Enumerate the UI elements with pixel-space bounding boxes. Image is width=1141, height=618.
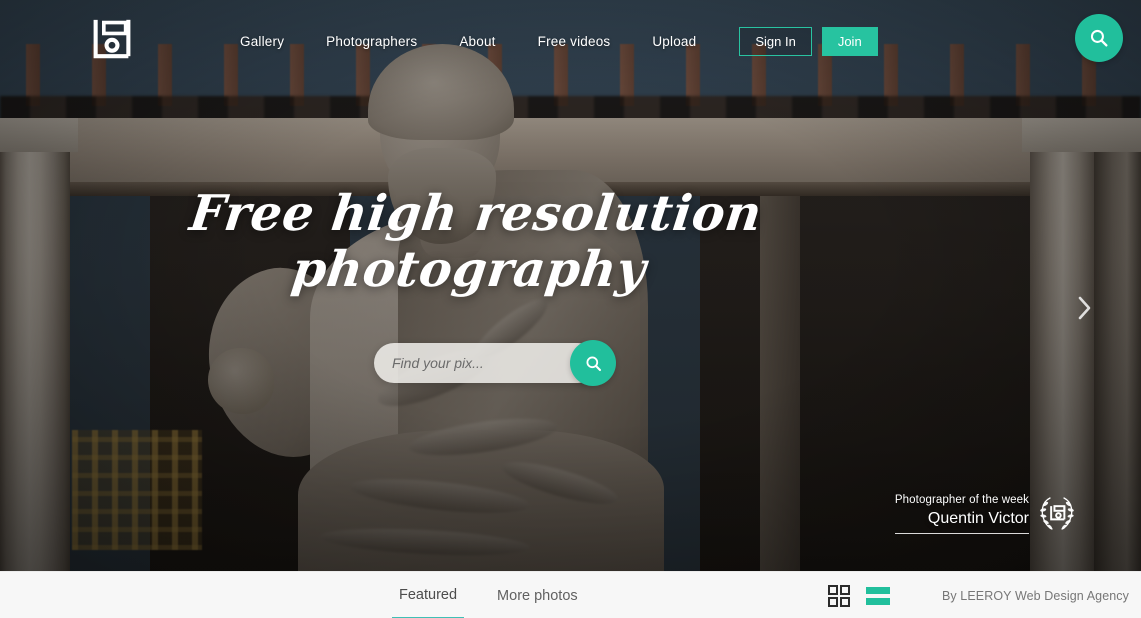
photographer-of-the-week-label: Photographer of the week xyxy=(894,493,1029,506)
hero-banner: Free high resolution photography Photogr… xyxy=(0,0,1141,571)
tab-featured[interactable]: Featured xyxy=(392,572,465,618)
photographer-of-the-week[interactable]: Photographer of the week Quentin Victor xyxy=(894,492,1078,534)
camera-floppy-logo-icon xyxy=(1050,505,1066,521)
top-navigation-bar: Gallery Photographers About Free videos … xyxy=(0,0,1141,76)
sign-in-button[interactable]: Sign In xyxy=(739,27,812,56)
search-icon xyxy=(1090,29,1108,47)
nav-link-about[interactable]: About xyxy=(438,34,516,49)
nav-link-free-videos[interactable]: Free videos xyxy=(517,34,632,49)
nav-link-gallery[interactable]: Gallery xyxy=(240,34,305,49)
header-search-button[interactable] xyxy=(1075,14,1123,62)
hero-headline-line-1: Free high resolution xyxy=(186,184,766,242)
carousel-next-button[interactable] xyxy=(1067,288,1103,328)
search-icon xyxy=(585,355,601,371)
grid-view-button[interactable] xyxy=(828,584,850,607)
search-submit-button[interactable] xyxy=(570,340,616,386)
tab-more-photos[interactable]: More photos xyxy=(490,572,585,618)
photographer-of-the-week-name: Quentin Victor xyxy=(894,508,1029,534)
nav-links: Gallery Photographers About Free videos … xyxy=(240,27,878,56)
bottom-bar: Featured More photos By LEEROY Web Desig… xyxy=(0,571,1141,618)
chevron-right-icon xyxy=(1078,296,1091,320)
hero-headline-line-2: photography xyxy=(288,240,650,298)
agency-credit: By LEEROY Web Design Agency xyxy=(941,588,1129,603)
list-view-icon xyxy=(866,586,890,605)
content-tabs: Featured More photos xyxy=(392,572,585,618)
nav-link-upload[interactable]: Upload xyxy=(631,34,717,49)
photographer-of-the-week-text: Photographer of the week Quentin Victor xyxy=(894,493,1029,534)
site-logo[interactable] xyxy=(92,17,132,59)
hero-search-bar[interactable] xyxy=(374,340,616,386)
camera-floppy-logo-icon xyxy=(93,19,131,59)
hero-headline: Free high resolution photography xyxy=(0,184,952,298)
search-input[interactable] xyxy=(374,355,598,371)
nav-link-photographers[interactable]: Photographers xyxy=(305,34,438,49)
laurel-wreath-award-icon xyxy=(1036,492,1078,534)
join-button[interactable]: Join xyxy=(821,27,878,56)
view-toggle xyxy=(828,572,890,618)
page-root: Free high resolution photography Photogr… xyxy=(0,0,1141,618)
list-view-button[interactable] xyxy=(866,585,890,607)
grid-view-icon xyxy=(828,584,850,607)
